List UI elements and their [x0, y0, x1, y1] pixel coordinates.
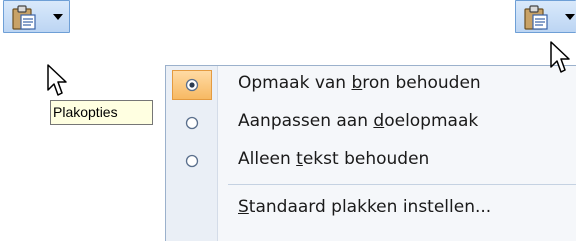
paste-options-button[interactable] [3, 0, 70, 33]
mouse-pointer-icon [47, 64, 67, 96]
plakopties-tooltip: Plakopties [50, 100, 153, 125]
paste-options-screenshot: Plakopties Opmaak van bron behouden Aanp… [0, 0, 576, 241]
radio-unselected-icon [185, 154, 199, 168]
menu-item-keep-text-only[interactable]: Alleen tekst behouden [166, 142, 576, 180]
menu-item-set-default-paste[interactable]: Standaard plakken instellen... [166, 190, 576, 228]
radio-selected-icon [185, 78, 199, 92]
chevron-down-icon[interactable] [564, 13, 576, 21]
menu-item-keep-source-formatting[interactable]: Opmaak van bron behouden [166, 66, 576, 104]
menu-item-label: Aanpassen aan doelopmaak [238, 111, 479, 131]
menu-separator [228, 184, 576, 185]
paste-options-menu: Opmaak van bron behouden Aanpassen aan d… [165, 65, 576, 241]
menu-item-label: Opmaak van bron behouden [238, 73, 481, 93]
mouse-pointer-icon [550, 41, 570, 73]
menu-item-label: Standaard plakken instellen... [238, 197, 492, 217]
paste-options-button-open[interactable] [515, 0, 576, 33]
menu-item-match-destination-formatting[interactable]: Aanpassen aan doelopmaak [166, 104, 576, 142]
clipboard-paste-icon [12, 5, 36, 30]
menu-item-label: Alleen tekst behouden [238, 149, 430, 169]
chevron-down-icon[interactable] [52, 13, 64, 21]
clipboard-paste-icon [524, 5, 548, 30]
radio-unselected-icon [185, 116, 199, 130]
